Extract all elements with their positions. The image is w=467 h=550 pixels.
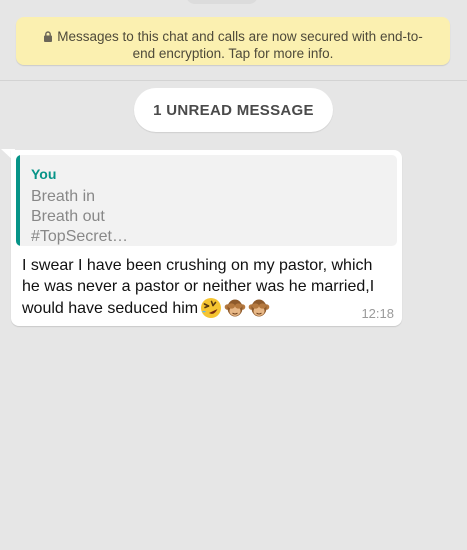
quoted-line: Breath in (31, 188, 96, 205)
previous-date-pill (186, 0, 258, 4)
lock-icon (44, 31, 53, 42)
message-bubble[interactable]: You Breath in Breath out #TopSecret… I s… (11, 150, 402, 326)
see-no-evil-monkey-emoji-icon (248, 299, 270, 317)
quoted-author: You (31, 166, 57, 182)
quoted-line: Breath out (31, 208, 105, 225)
quoted-line: #TopSecret… (31, 228, 128, 245)
unread-messages-badge: 1 UNREAD MESSAGE (134, 88, 333, 132)
see-no-evil-monkey-emoji-icon (224, 299, 246, 317)
rolling-laughing-emoji-icon (201, 298, 222, 318)
message-timestamp: 12:18 (361, 306, 394, 321)
divider (0, 80, 467, 81)
message-text: I swear I have been crushing on my pasto… (22, 257, 375, 317)
message-body: I swear I have been crushing on my pasto… (22, 255, 394, 319)
unread-messages-label: 1 UNREAD MESSAGE (153, 101, 314, 119)
encryption-banner-text: Messages to this chat and calls are now … (57, 29, 423, 61)
encryption-banner[interactable]: Messages to this chat and calls are now … (16, 17, 450, 65)
quote-accent-bar (16, 155, 20, 246)
quoted-message[interactable]: You Breath in Breath out #TopSecret… (16, 155, 397, 246)
